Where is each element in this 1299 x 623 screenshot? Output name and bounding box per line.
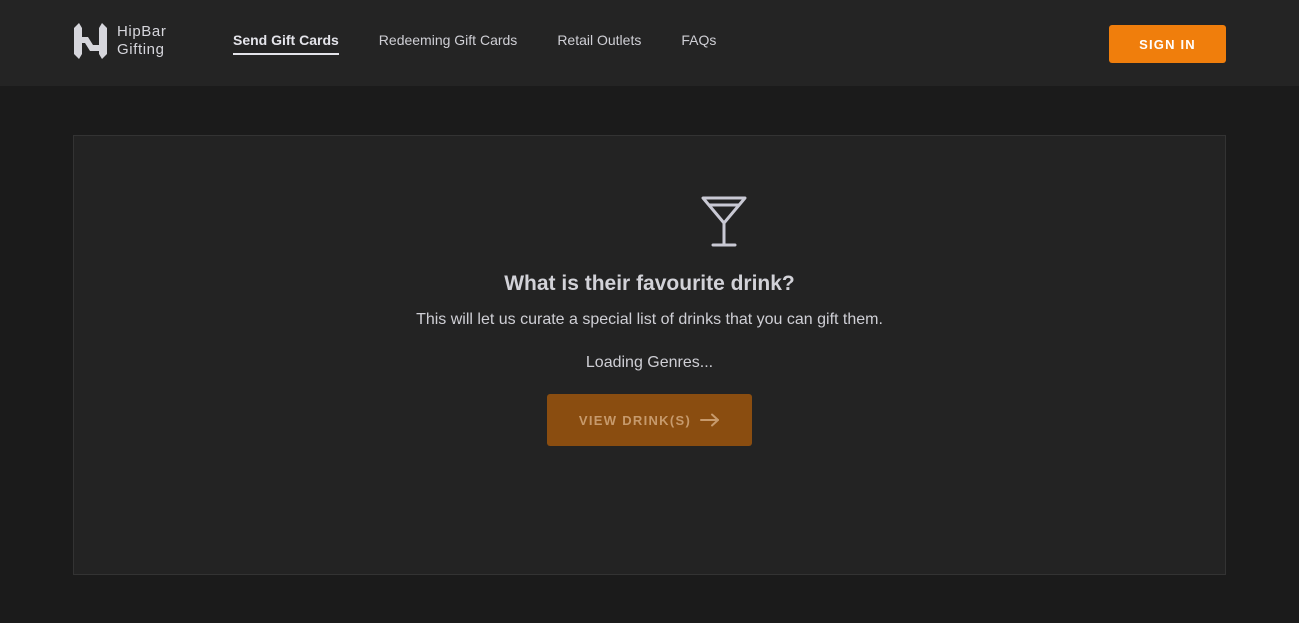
panel-subtitle: This will let us curate a special list o…	[416, 311, 883, 328]
arrow-right-icon	[700, 413, 720, 427]
logo-text: HipBar Gifting	[117, 23, 166, 59]
favourite-drink-panel: What is their favourite drink? This will…	[73, 135, 1226, 575]
nav-redeeming-gift-cards[interactable]: Redeeming Gift Cards	[379, 32, 518, 53]
sign-in-button[interactable]: SIGN IN	[1109, 25, 1226, 63]
logo-link[interactable]: HipBar Gifting	[72, 21, 166, 61]
panel-title: What is their favourite drink?	[504, 272, 795, 295]
nav-faqs[interactable]: FAQs	[681, 32, 716, 53]
nav-send-gift-cards[interactable]: Send Gift Cards	[233, 32, 339, 55]
view-drinks-label: VIEW DRINK(S)	[578, 412, 692, 428]
logo-line-2: Gifting	[117, 41, 165, 58]
view-drinks-button[interactable]: VIEW DRINK(S)	[547, 394, 752, 446]
hipbar-logo-icon	[74, 23, 107, 59]
martini-glass-icon	[700, 196, 748, 248]
loading-genres-text: Loading Genres...	[585, 354, 714, 371]
nav-retail-outlets[interactable]: Retail Outlets	[557, 32, 641, 53]
logo-line-1: HipBar	[117, 23, 167, 40]
main-nav: Send Gift Cards Redeeming Gift Cards Ret…	[233, 32, 756, 55]
top-header: HipBar Gifting Send Gift Cards Redeeming…	[0, 0, 1299, 86]
